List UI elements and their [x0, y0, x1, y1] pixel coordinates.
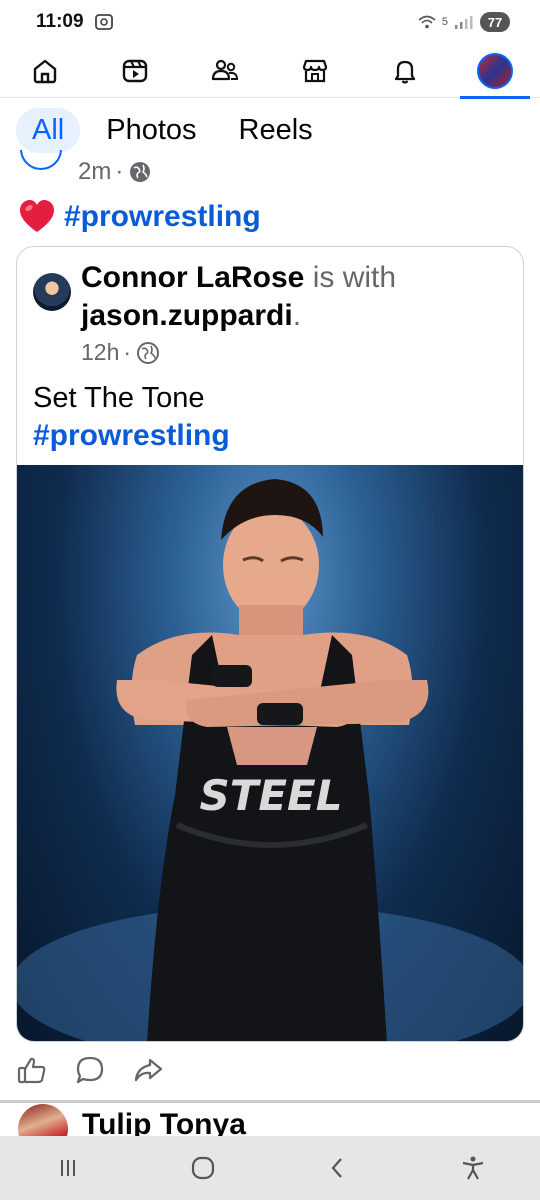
accessibility-icon: [462, 1156, 483, 1180]
filter-tabs: All Photos Reels: [16, 108, 329, 153]
friends-icon: [211, 59, 239, 80]
network-label: 5: [441, 16, 448, 28]
screen-record-icon: [94, 14, 113, 30]
period: .: [292, 299, 302, 332]
post-time[interactable]: 12h: [81, 339, 119, 366]
wifi-icon: [418, 15, 436, 29]
hashtag-link[interactable]: #prowrestling: [33, 419, 230, 453]
status-right: 5 77: [418, 12, 510, 32]
back-icon: [331, 1158, 342, 1178]
system-nav-bar: [0, 1136, 540, 1200]
nav-video[interactable]: [100, 44, 170, 98]
comment-button[interactable]: [74, 1054, 106, 1086]
heart-emoji-icon: [20, 200, 54, 232]
previous-post-header: 2m ·: [20, 150, 520, 192]
profile-avatar: [477, 52, 513, 89]
singlet-text: STEEL: [199, 771, 342, 820]
post-time[interactable]: 2m: [78, 158, 111, 186]
avatar[interactable]: [20, 150, 62, 170]
screen: 11:09 5 77 All Photos Reels 2m · #prowre…: [0, 0, 540, 1200]
meta-separator: ·: [115, 158, 124, 185]
top-nav: [0, 44, 540, 99]
home-button[interactable]: [173, 1138, 233, 1198]
comment-icon: [76, 1056, 104, 1084]
post-actions: [16, 1054, 164, 1086]
home-circle-icon: [191, 1156, 214, 1180]
status-time: 11:09: [36, 11, 84, 32]
globe-icon: [130, 162, 151, 182]
tab-photos[interactable]: Photos: [90, 108, 212, 153]
share-button[interactable]: [132, 1054, 164, 1086]
like-button[interactable]: [16, 1054, 48, 1086]
nav-home[interactable]: [10, 44, 80, 98]
with-text: is with: [304, 261, 397, 294]
tab-reels[interactable]: Reels: [223, 108, 329, 153]
hashtag-link[interactable]: #prowrestling: [64, 200, 261, 234]
home-icon: [33, 59, 57, 83]
battery-indicator: 77: [480, 12, 510, 32]
back-button[interactable]: [308, 1138, 368, 1198]
post-photo[interactable]: STEEL: [17, 465, 523, 1041]
author-avatar[interactable]: [33, 273, 71, 311]
shared-post-card[interactable]: Connor LaRose is with jason.zuppardi. 12…: [16, 246, 524, 1042]
status-bar: 11:09 5 77: [0, 0, 540, 44]
author-name[interactable]: Connor LaRose: [81, 261, 304, 294]
nav-notifications[interactable]: [370, 44, 440, 98]
meta-separator: ·: [123, 339, 132, 365]
post-meta: 12h ·: [81, 339, 509, 366]
bell-icon: [394, 60, 416, 84]
tagged-user[interactable]: jason.zuppardi: [81, 299, 293, 332]
globe-icon: [137, 341, 160, 364]
marketplace-icon: [302, 59, 328, 82]
video-icon: [122, 59, 148, 82]
like-icon: [17, 1057, 46, 1084]
shared-post-header: Connor LaRose is with jason.zuppardi. 12…: [33, 259, 509, 366]
nav-friends[interactable]: [190, 44, 260, 98]
recent-apps-icon: [60, 1160, 75, 1176]
nav-marketplace[interactable]: [280, 44, 350, 98]
post-text: Set The Tone: [33, 382, 205, 414]
accessibility-button[interactable]: [443, 1138, 503, 1198]
wrestler-photo: STEEL: [17, 479, 523, 1041]
post-divider: [0, 1100, 540, 1103]
tab-all[interactable]: All: [16, 108, 81, 153]
signal-icon: [455, 16, 473, 29]
post-caption: #prowrestling: [18, 198, 261, 236]
author-line: Connor LaRose is with jason.zuppardi.: [81, 259, 509, 335]
nav-profile[interactable]: [460, 44, 530, 99]
post-meta: 2m ·: [78, 158, 153, 186]
recent-apps-button[interactable]: [38, 1138, 98, 1198]
share-icon: [134, 1058, 163, 1082]
